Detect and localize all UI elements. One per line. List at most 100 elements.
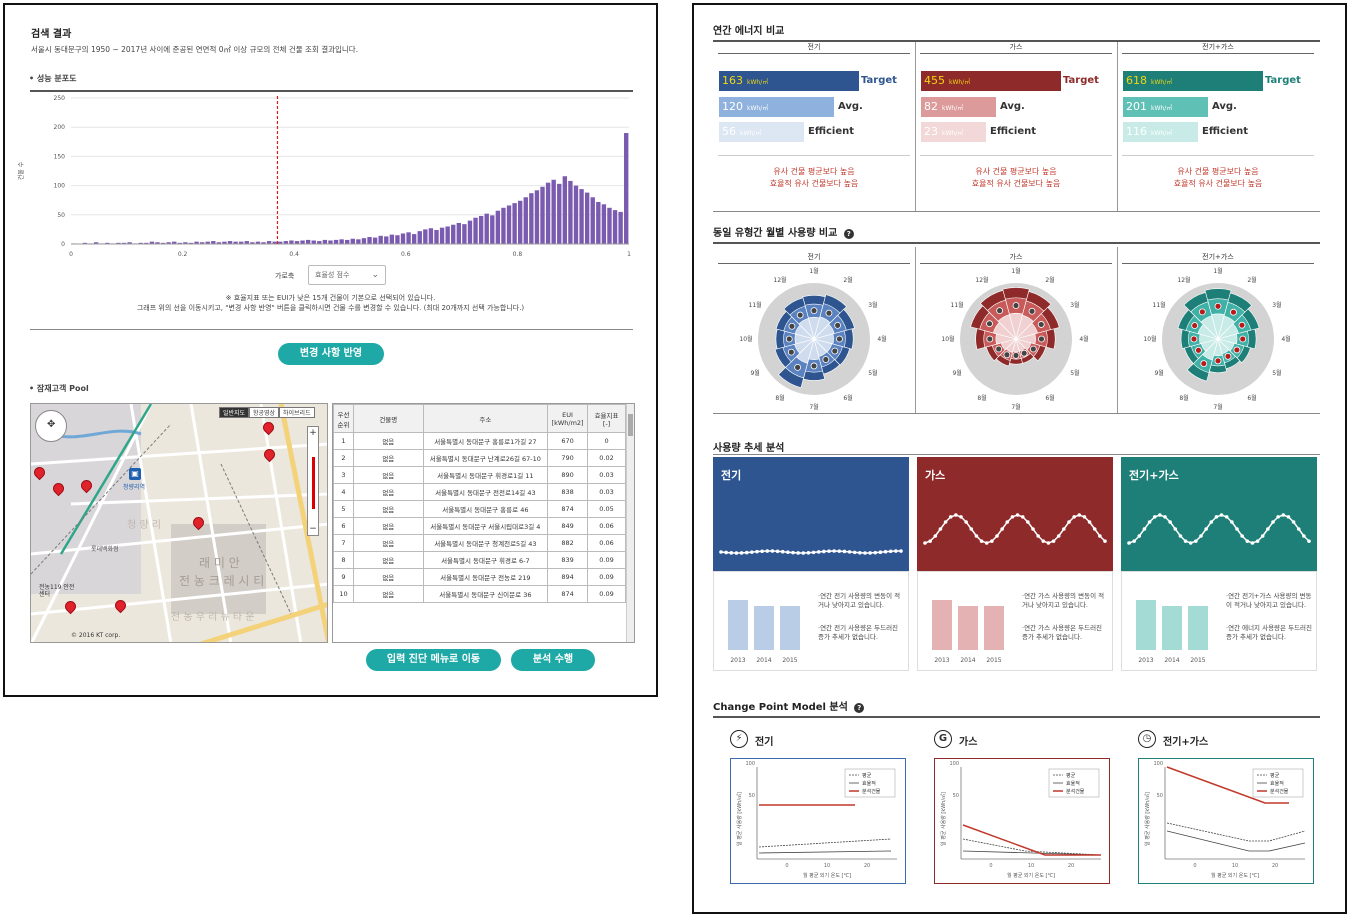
building-point bbox=[834, 321, 842, 329]
column-header: 전기 bbox=[807, 43, 821, 51]
energy-analysis-panel: 연간 에너지 비교 동일 유형간 월별 사용량 비교 ? 사용량 추세 분석 C… bbox=[692, 3, 1347, 914]
trend-point bbox=[1062, 527, 1066, 531]
histogram-bar bbox=[607, 207, 612, 244]
zoom-in-icon[interactable]: + bbox=[308, 427, 318, 439]
month-label: 10월 bbox=[739, 335, 752, 343]
cell-address: 서울특별시 동대문구 청계천로5길 43 bbox=[422, 534, 549, 552]
chevron-down-icon: ⌄ bbox=[371, 270, 379, 280]
trend-point bbox=[1219, 513, 1224, 517]
table-row[interactable]: 6 없음 서울특별시 동대문구 서울시립대로3길 4 849 0.06 bbox=[333, 517, 626, 535]
help-icon[interactable]: ? bbox=[854, 703, 865, 713]
table-row[interactable]: 2 없음 서울특별시 동대문구 난계로26길 67-10 790 0.02 bbox=[333, 449, 626, 467]
trend-chart-box: 전기 bbox=[713, 457, 909, 571]
performance-histogram[interactable]: 0 50 100 150 200 250 0 0.2 0.4 0.6 0.8 1 건물 수 bbox=[15, 91, 635, 271]
trend-point bbox=[948, 515, 953, 519]
building-point bbox=[1028, 307, 1036, 315]
y-tick-label: 200 bbox=[54, 124, 66, 131]
building-point bbox=[1029, 345, 1037, 353]
histogram-bar bbox=[439, 227, 445, 244]
building-map[interactable]: 일반지도 항공영상 하이브리드 ✥ + − ▣ 청량리역 롯데백화점 청 량 리… bbox=[30, 403, 328, 643]
histogram-bar bbox=[389, 234, 395, 244]
pool-section-title: • 잠재고객 Pool bbox=[29, 384, 89, 393]
table-scrollbar[interactable] bbox=[626, 404, 634, 642]
apply-changes-button[interactable]: 변경 사항 반영 bbox=[278, 343, 384, 365]
trend-point bbox=[1087, 520, 1092, 524]
avg-value: 120 bbox=[722, 100, 743, 113]
building-point bbox=[1214, 357, 1222, 365]
histogram-bar bbox=[518, 200, 523, 244]
col-rank-header: 우선 순위 bbox=[333, 404, 354, 433]
histogram-bar bbox=[322, 239, 328, 244]
cell-name: 없음 bbox=[352, 466, 424, 484]
map-tab-aerial[interactable]: 항공영상 bbox=[249, 407, 280, 418]
trend-point bbox=[979, 539, 984, 543]
table-row[interactable]: 8 없음 서울특별시 동대문구 휘경로 6-7 839 0.09 bbox=[333, 551, 626, 569]
scroll-thumb[interactable] bbox=[628, 414, 633, 436]
legend-label: 평균 bbox=[1066, 772, 1076, 779]
table-row[interactable]: 10 없음 서울특별시 동대문구 신이문로 36 874 0.09 bbox=[333, 585, 626, 603]
axis-select[interactable]: 효율성 점수 ⌄ bbox=[308, 265, 386, 285]
x-tick-label: 0 bbox=[1193, 863, 1196, 869]
target-value: 163 bbox=[722, 74, 743, 87]
table-row[interactable]: 7 없음 서울특별시 동대문구 청계천로5길 43 882 0.06 bbox=[333, 534, 626, 552]
avg-value: 82 bbox=[924, 100, 938, 113]
trend-analysis-title: 사용량 추세 분석 bbox=[713, 443, 785, 454]
help-icon[interactable]: ? bbox=[843, 229, 854, 239]
trend-point bbox=[1020, 515, 1025, 519]
trend-point bbox=[1307, 539, 1311, 543]
trend-description: ·연간 에너지 사용량은 두드러진 증가 추세가 없습니다. bbox=[1226, 624, 1313, 641]
unit-label: kWh/㎡ bbox=[1151, 79, 1173, 86]
avg-bar: 82 kWh/㎡ bbox=[921, 97, 996, 117]
cell-efficiency: 0.09 bbox=[587, 585, 626, 603]
trend-point bbox=[1276, 515, 1280, 519]
trend-point bbox=[1250, 541, 1255, 545]
legend-label: 효율적 bbox=[862, 780, 876, 787]
histogram-bar bbox=[339, 239, 344, 244]
comparison-note: 효율적 유사 건물보다 높음 bbox=[971, 179, 1061, 188]
map-area-label: 전 농 크 레 시 티 bbox=[179, 574, 265, 588]
avg-bar: 120 kWh/㎡ bbox=[719, 97, 834, 117]
run-analysis-button[interactable]: 분석 수행 bbox=[511, 649, 595, 671]
trend-point bbox=[1260, 534, 1265, 538]
table-row[interactable]: 4 없음 서울특별시 동대문구 전전로14길 43 838 0.03 bbox=[333, 483, 626, 501]
histogram-bar bbox=[400, 233, 406, 244]
table-row[interactable]: 1 없음 서울특별시 동대문구 홍릉로1가길 27 670 0 bbox=[333, 432, 626, 450]
cell-address: 서울특별시 동대문구 서울시립대로3길 4 bbox=[422, 517, 549, 535]
zoom-out-icon[interactable]: − bbox=[308, 523, 318, 535]
cell-eui: 890 bbox=[547, 466, 589, 484]
efficient-value: 56 bbox=[722, 125, 736, 138]
legend-label: 평균 bbox=[1270, 772, 1280, 779]
trend-point bbox=[1230, 520, 1234, 524]
cell-address: 서울특별시 동대문구 홍릉로1가길 27 bbox=[422, 432, 549, 450]
trend-point bbox=[1271, 520, 1275, 524]
building-point bbox=[1214, 302, 1222, 310]
trend-description: ·연간 전기 사용량은 두드러진 증가 추세가 없습니다. bbox=[818, 624, 899, 641]
cell-efficiency: 0 bbox=[587, 432, 626, 450]
map-pan-control[interactable]: ✥ bbox=[35, 410, 67, 442]
month-label: 11월 bbox=[1153, 301, 1166, 309]
col-address-header: 주소 bbox=[422, 404, 549, 433]
cell-address: 서울특별시 동대문구 난계로26길 67-10 bbox=[422, 449, 549, 467]
goto-input-menu-button[interactable]: 입력 진단 메뉴로 이동 bbox=[366, 649, 501, 671]
trend-point bbox=[928, 539, 932, 543]
table-row[interactable]: 5 없음 서울특별시 동대문구 홍릉로 46 874 0.05 bbox=[333, 500, 626, 518]
result-description: 서울시 동대문구의 1950 ~ 2017년 사이에 준공된 연면적 0㎡ 이상… bbox=[31, 45, 359, 54]
trend-point bbox=[1127, 541, 1131, 545]
trend-point bbox=[842, 549, 847, 554]
trend-point bbox=[868, 551, 872, 555]
divider bbox=[713, 413, 1320, 414]
table-row[interactable]: 9 없음 서울특별시 동대문구 전농로 219 894 0.09 bbox=[333, 568, 626, 586]
efficient-label: Efficient bbox=[1202, 126, 1249, 137]
zoom-slider[interactable] bbox=[312, 457, 315, 509]
zoom-control[interactable]: + − bbox=[307, 426, 319, 536]
target-label: Target bbox=[1063, 75, 1099, 86]
map-tab-hybrid[interactable]: 하이브리드 bbox=[279, 407, 315, 418]
cell-address: 서울특별시 동대문구 신이문로 36 bbox=[422, 585, 549, 603]
move-icon: ✥ bbox=[47, 419, 56, 430]
cell-eui: 874 bbox=[547, 500, 589, 518]
page-title: 검색 결과 bbox=[31, 29, 72, 40]
cell-name: 없음 bbox=[352, 483, 424, 501]
table-row[interactable]: 3 없음 서울특별시 동대문구 휘경로1길 11 890 0.03 bbox=[333, 466, 626, 484]
map-tab-normal[interactable]: 일반지도 bbox=[219, 407, 250, 418]
year-label: 2013 bbox=[730, 657, 745, 664]
